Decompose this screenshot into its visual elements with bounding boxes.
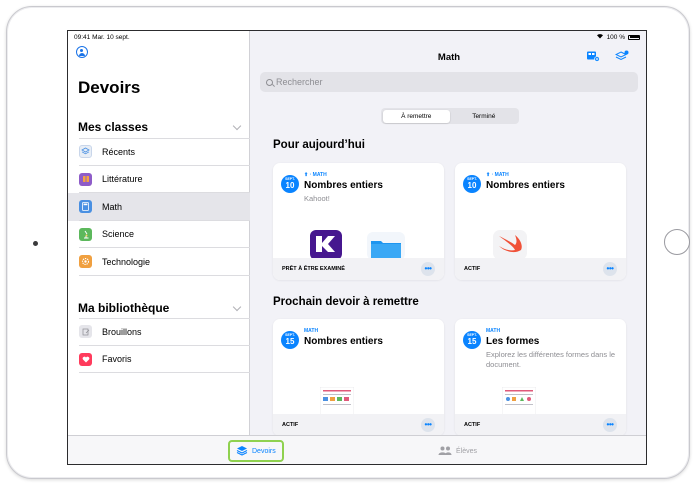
sidebar-item-science[interactable]: Science [68, 221, 250, 249]
profile-icon[interactable] [76, 46, 88, 58]
assignment-card[interactable]: SEPT. 10 ⬆ · MATH Nombres entiers Kahoot… [273, 163, 444, 280]
card-status: ACTIF [464, 266, 481, 272]
pin-icon: ⬆ [486, 172, 491, 178]
status-segmented-control[interactable]: À remettre Terminé [381, 108, 519, 124]
sidebar-title: Devoirs [78, 78, 141, 97]
due-date-badge: SEPT. 15 [281, 331, 299, 349]
due-date-badge: SEPT. 10 [281, 175, 299, 193]
card-footer: ACTIF ••• [273, 414, 444, 436]
card-subject: ⬆ · MATH [486, 172, 509, 178]
add-assignment-icon[interactable] [586, 49, 600, 62]
classes-list: Récents Littérature Math Science Technol… [68, 138, 250, 276]
pin-icon: ⬆ [304, 172, 309, 178]
battery-icon [628, 34, 640, 40]
card-title: Les formes [486, 336, 540, 347]
due-date-badge: SEPT. 10 [463, 175, 481, 193]
card-subject: ⬆ · MATH [304, 172, 327, 178]
card-footer: PRÊT À ÊTRE EXAMINÉ ••• [273, 258, 444, 280]
chevron-down-icon[interactable] [232, 121, 242, 130]
card-title: Nombres entiers [304, 180, 383, 191]
card-subject-text: MATH [494, 172, 509, 178]
sidebar-item-label: Technologie [102, 256, 151, 267]
assignment-card[interactable]: SEPT. 15 MATH Les formes Explorez les di… [455, 319, 626, 436]
card-footer: ACTIF ••• [455, 258, 626, 280]
classes-header-label: Mes classes [78, 120, 149, 134]
card-status: ACTIF [282, 422, 299, 428]
main-content: Math Rechercher À remettre Terminé Pour … [250, 31, 646, 436]
card-status: ACTIF [464, 422, 481, 428]
card-subject: MATH [486, 328, 501, 334]
due-day: 10 [467, 180, 477, 190]
assignment-card[interactable]: SEPT. 10 ⬆ · MATH Nombres entiers ACTIF … [455, 163, 626, 280]
due-day: 15 [285, 336, 295, 346]
screen: 09:41 Mar. 10 sept. 100 % Devoirs Mes cl… [67, 30, 647, 465]
library-list: Brouillons Favoris [68, 318, 250, 373]
card-status: PRÊT À ÊTRE EXAMINÉ [282, 266, 345, 272]
sidebar: Devoirs Mes classes Récents Littérature [68, 31, 250, 435]
search-input[interactable]: Rechercher [260, 72, 638, 92]
sidebar-item-label: Favoris [102, 354, 132, 365]
sidebar-item-math[interactable]: Math [68, 193, 250, 221]
due-day: 10 [285, 180, 295, 190]
more-options-button[interactable]: ••• [603, 262, 617, 276]
calculator-icon [79, 200, 92, 214]
tab-devoirs-label: Devoirs [252, 447, 276, 455]
more-options-button[interactable]: ••• [421, 418, 435, 432]
search-icon [266, 78, 273, 86]
status-time: 09:41 Mar. 10 sept. [74, 33, 130, 41]
microscope-icon [79, 227, 92, 241]
sidebar-item-label: Littérature [102, 174, 143, 185]
chevron-down-icon[interactable] [232, 302, 242, 311]
library-header[interactable]: Ma bibliothèque [78, 301, 243, 315]
sidebar-item-litterature[interactable]: Littérature [68, 166, 250, 194]
classes-header[interactable]: Mes classes [78, 120, 243, 134]
more-options-button[interactable]: ••• [603, 418, 617, 432]
segment-a-remettre[interactable]: À remettre [382, 109, 450, 123]
card-title: Nombres entiers [486, 180, 565, 191]
card-title: Nombres entiers [304, 336, 383, 347]
layers-add-icon[interactable] [614, 49, 629, 61]
search-placeholder: Rechercher [276, 77, 323, 87]
segment-termine[interactable]: Terminé [450, 110, 518, 123]
home-button[interactable] [664, 229, 690, 255]
tab-bar: Devoirs Élèves [68, 435, 646, 464]
book-icon [79, 172, 92, 186]
sidebar-item-recents[interactable]: Récents [68, 138, 250, 166]
status-bar: 09:41 Mar. 10 sept. 100 % [68, 31, 646, 43]
heart-icon [79, 352, 92, 366]
card-footer: ACTIF ••• [455, 414, 626, 436]
card-description: Kahoot! [304, 194, 330, 203]
sidebar-item-brouillons[interactable]: Brouillons [68, 318, 250, 346]
wifi-icon [596, 33, 604, 41]
due-date-badge: SEPT. 15 [463, 331, 481, 349]
sidebar-item-label: Science [102, 229, 135, 240]
card-subject-text: MATH [312, 172, 327, 178]
battery-percent: 100 % [606, 33, 625, 41]
due-day: 15 [467, 336, 477, 346]
recents-icon [79, 145, 92, 159]
sidebar-item-technologie[interactable]: Technologie [68, 248, 250, 276]
sidebar-item-label: Brouillons [102, 326, 142, 337]
card-subject: MATH [304, 328, 319, 334]
tab-eleves-label: Élèves [456, 447, 478, 455]
section-next-title: Prochain devoir à remettre [273, 296, 419, 308]
tab-eleves[interactable]: Élèves [438, 440, 477, 462]
draft-icon [79, 325, 92, 339]
more-options-button[interactable]: ••• [421, 262, 435, 276]
section-today-title: Pour aujourd’hui [273, 139, 365, 151]
sidebar-item-favoris[interactable]: Favoris [68, 346, 250, 374]
card-description: Explorez les différentes formes dans le … [486, 350, 616, 370]
tab-devoirs[interactable]: Devoirs [228, 440, 284, 462]
gear-icon [79, 255, 92, 269]
library-header-label: Ma bibliothèque [78, 301, 170, 315]
sidebar-item-label: Récents [102, 146, 136, 157]
people-icon [438, 446, 452, 457]
front-camera [33, 241, 38, 246]
layers-icon [236, 445, 248, 458]
sidebar-item-label: Math [102, 201, 123, 212]
assignment-card[interactable]: SEPT. 15 MATH Nombres entiers ACTIF ••• [273, 319, 444, 436]
